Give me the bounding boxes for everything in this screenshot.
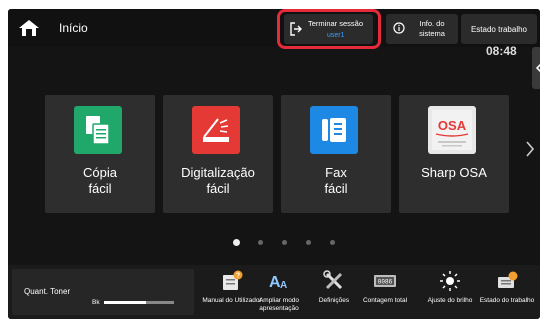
clock: 08:48 xyxy=(486,44,517,58)
svg-text:OSA: OSA xyxy=(438,118,467,133)
brightness-label: Ajuste do brilho xyxy=(427,297,473,304)
info-icon xyxy=(393,22,405,34)
app-tile-easy-scan[interactable]: Digitalização fácil xyxy=(163,95,273,213)
total-count-button[interactable]: 0086 Contagem total xyxy=(360,269,410,315)
brightness-icon xyxy=(438,269,462,293)
svg-text:?: ? xyxy=(236,273,240,280)
total-count-label: Contagem total xyxy=(362,297,408,304)
chevron-left-icon xyxy=(536,63,540,73)
home-label: Início xyxy=(59,21,88,35)
page-indicator xyxy=(224,239,344,246)
counter-icon: 0086 xyxy=(373,269,397,293)
scan-icon xyxy=(192,106,240,154)
page-dot[interactable] xyxy=(248,240,272,246)
bottom-bar: Quant. Toner Bk ? Manual do Utilizador A xyxy=(8,265,540,319)
fax-icon xyxy=(310,106,358,154)
logged-in-user: user1 xyxy=(327,32,345,39)
next-page-arrow-icon[interactable] xyxy=(525,140,535,158)
app-name: Fax fácil xyxy=(324,165,348,196)
app-name: Digitalização fácil xyxy=(181,165,255,196)
toner-label: Quant. Toner xyxy=(24,287,71,296)
job-status-bottom-button[interactable]: Estado do trabalho xyxy=(480,269,534,315)
home-icon xyxy=(19,20,39,36)
enlarge-display-button[interactable]: A A Ampliar modo apresentação xyxy=(254,269,304,315)
job-status-button[interactable]: Estado trabalho xyxy=(461,14,537,44)
toner-level-bar xyxy=(104,301,174,304)
page-dot[interactable] xyxy=(320,240,344,246)
logout-icon xyxy=(290,22,302,36)
app-tile-easy-copy[interactable]: Cópia fácil xyxy=(45,95,155,213)
page-dot[interactable] xyxy=(224,239,248,246)
device-screen: Início Terminar sessão user1 Info. do si… xyxy=(8,9,540,319)
job-status-bottom-label: Estado do trabalho xyxy=(479,297,535,304)
app-tile-easy-fax[interactable]: Fax fácil xyxy=(281,95,391,213)
side-panel-tab[interactable] xyxy=(532,47,540,89)
logout-button[interactable]: Terminar sessão user1 xyxy=(284,14,373,44)
copy-icon xyxy=(74,106,122,154)
toner-quantity[interactable]: Quant. Toner Bk xyxy=(12,269,194,315)
logout-label: Terminar sessão xyxy=(308,19,364,28)
text-size-icon: A A xyxy=(267,269,291,293)
system-info-label: Info. do sistema xyxy=(419,19,445,38)
home-button[interactable] xyxy=(10,13,48,43)
job-status-label: Estado trabalho xyxy=(470,24,528,34)
page-dot[interactable] xyxy=(272,240,296,246)
svg-text:A: A xyxy=(280,280,287,291)
enlarge-display-label: Ampliar modo apresentação xyxy=(258,297,300,312)
settings-button[interactable]: Definições xyxy=(309,269,359,315)
app-name: Sharp OSA xyxy=(421,165,487,180)
sharp-osa-icon: OSA xyxy=(428,106,476,154)
settings-tools-icon xyxy=(322,269,346,293)
job-status-icon xyxy=(495,269,519,293)
svg-text:0086: 0086 xyxy=(378,279,393,286)
toner-color-label: Bk xyxy=(92,299,100,306)
app-name: Cópia fácil xyxy=(83,165,117,196)
manual-icon: ? xyxy=(220,269,244,293)
app-tile-sharp-osa[interactable]: OSA Sharp OSA xyxy=(399,95,509,213)
brightness-adjust-button[interactable]: Ajuste do brilho xyxy=(425,269,475,315)
system-info-button[interactable]: Info. do sistema xyxy=(386,14,458,44)
page-dot[interactable] xyxy=(296,240,320,246)
top-bar: Início Terminar sessão user1 Info. do si… xyxy=(8,9,540,49)
